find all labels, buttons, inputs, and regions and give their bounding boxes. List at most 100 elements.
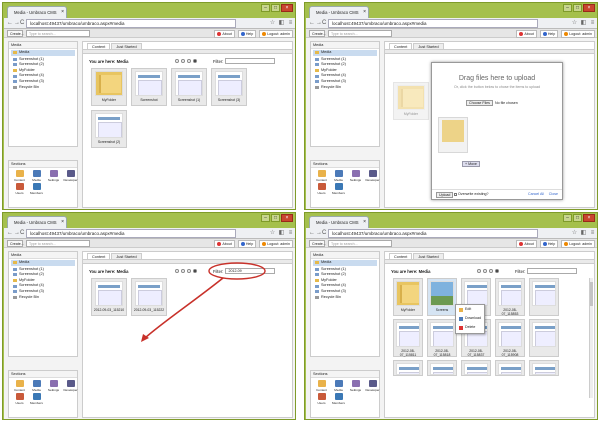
browser-tab[interactable]: Media - Umbraco CMS × bbox=[309, 216, 369, 228]
filter-input[interactable] bbox=[225, 58, 276, 64]
tab-close-icon[interactable]: × bbox=[61, 219, 64, 225]
section-developer[interactable]: Developer bbox=[63, 170, 78, 182]
back-icon[interactable]: ← bbox=[309, 229, 315, 237]
tree-item-recycle-bin[interactable]: Recycle Bin bbox=[9, 85, 77, 91]
media-tile[interactable]: 2012-09-03_115222 bbox=[131, 278, 167, 316]
extension-icon[interactable]: ◧ bbox=[580, 229, 587, 237]
filter-input[interactable]: 2012-09 bbox=[225, 268, 276, 274]
close-window-button[interactable]: × bbox=[281, 214, 293, 222]
overwrite-checkbox[interactable]: Overwrite existing? bbox=[454, 192, 489, 196]
extension-icon[interactable]: ◧ bbox=[278, 19, 285, 27]
reload-icon[interactable]: C bbox=[20, 229, 24, 237]
about-button[interactable]: About bbox=[214, 240, 235, 248]
section-users[interactable]: Users bbox=[12, 393, 27, 405]
tab-close-icon[interactable]: × bbox=[363, 9, 366, 15]
section-media[interactable]: Media bbox=[29, 170, 44, 182]
media-tile[interactable] bbox=[529, 360, 559, 376]
close-window-button[interactable]: × bbox=[583, 4, 595, 12]
back-icon[interactable]: ← bbox=[7, 19, 13, 27]
view-radio[interactable] bbox=[489, 269, 493, 273]
logout-button[interactable]: Logout: admin bbox=[561, 240, 595, 248]
cancel-all-link[interactable]: Cancel All bbox=[528, 192, 544, 196]
create-button[interactable]: Create... bbox=[7, 30, 24, 37]
choose-files-button[interactable]: Choose Files bbox=[466, 100, 493, 106]
section-developer[interactable]: Developer bbox=[63, 380, 78, 392]
maximize-button[interactable]: □ bbox=[271, 4, 280, 12]
star-icon[interactable]: ☆ bbox=[269, 229, 276, 237]
address-bar[interactable]: localhost:49437/umbraco/umbraco.aspx#med… bbox=[26, 229, 236, 238]
browser-tab[interactable]: Media - Umbraco CMS × bbox=[7, 6, 67, 18]
media-tile[interactable]: MyFolder bbox=[91, 68, 127, 106]
media-tile[interactable]: 2012-08-07_115811 bbox=[393, 319, 423, 357]
logout-button[interactable]: Logout: admin bbox=[259, 30, 293, 38]
media-tile[interactable]: Screenshot (1) bbox=[171, 68, 207, 106]
menu-icon[interactable]: ≡ bbox=[287, 229, 294, 237]
search-input[interactable]: Type to search... bbox=[26, 30, 90, 37]
tree-root-media[interactable]: Media bbox=[313, 260, 377, 266]
drop-zone-title[interactable]: Drag files here to upload bbox=[432, 75, 562, 82]
help-button[interactable]: Help bbox=[237, 240, 257, 248]
browser-tab[interactable]: Media - Umbraco CMS × bbox=[7, 216, 67, 228]
media-tile[interactable]: 2012-08-07_115853 bbox=[495, 278, 525, 316]
section-content[interactable]: Content bbox=[314, 380, 329, 392]
extension-icon[interactable]: ◧ bbox=[278, 229, 285, 237]
media-tile[interactable]: 2012-08-07_115818 bbox=[427, 319, 457, 357]
tab-close-icon[interactable]: × bbox=[61, 9, 64, 15]
section-settings[interactable]: Settings bbox=[46, 380, 61, 392]
media-tile[interactable]: Screenshot (2) bbox=[91, 110, 127, 148]
menu-icon[interactable]: ≡ bbox=[287, 19, 294, 27]
tree-item-recycle-bin[interactable]: Recycle Bin bbox=[311, 295, 379, 301]
media-tile[interactable]: Screenshot (3) bbox=[211, 68, 247, 106]
section-users[interactable]: Users bbox=[12, 183, 27, 195]
section-media[interactable]: Media bbox=[331, 380, 346, 392]
address-bar[interactable]: localhost:49437/umbraco/umbraco.aspx#med… bbox=[26, 19, 236, 28]
section-content[interactable]: Content bbox=[314, 170, 329, 182]
context-menu-download[interactable]: Download bbox=[456, 314, 484, 323]
address-bar[interactable]: localhost:49437/umbraco/umbraco.aspx#med… bbox=[328, 229, 538, 238]
section-content[interactable]: Content bbox=[12, 380, 27, 392]
close-window-button[interactable]: × bbox=[281, 4, 293, 12]
upload-button[interactable]: Upload bbox=[436, 192, 454, 198]
media-tile[interactable] bbox=[529, 319, 559, 357]
section-users[interactable]: Users bbox=[314, 183, 329, 195]
section-settings[interactable]: Settings bbox=[348, 380, 363, 392]
search-input[interactable]: Type to search... bbox=[328, 30, 392, 37]
section-users[interactable]: Users bbox=[314, 393, 329, 405]
view-radio[interactable] bbox=[483, 269, 487, 273]
back-icon[interactable]: ← bbox=[7, 229, 13, 237]
minimize-button[interactable]: – bbox=[563, 214, 572, 222]
media-tile[interactable]: MyFolder bbox=[393, 82, 429, 120]
create-button[interactable]: Create... bbox=[7, 240, 24, 247]
media-tile[interactable] bbox=[427, 360, 457, 376]
section-members[interactable]: Members bbox=[29, 393, 44, 405]
maximize-button[interactable]: □ bbox=[573, 214, 582, 222]
dragged-file[interactable] bbox=[438, 117, 468, 153]
section-settings[interactable]: Settings bbox=[46, 170, 61, 182]
create-button[interactable]: Create... bbox=[309, 240, 326, 247]
about-button[interactable]: About bbox=[214, 30, 235, 38]
reload-icon[interactable]: C bbox=[322, 19, 326, 27]
media-tile[interactable] bbox=[495, 360, 525, 376]
view-radio[interactable] bbox=[187, 59, 191, 63]
close-link[interactable]: Close bbox=[549, 192, 558, 196]
section-members[interactable]: Members bbox=[331, 393, 346, 405]
media-tile[interactable] bbox=[529, 278, 559, 316]
context-menu-delete[interactable]: Delete bbox=[456, 323, 484, 332]
tree-item-recycle-bin[interactable]: Recycle Bin bbox=[311, 85, 379, 91]
maximize-button[interactable]: □ bbox=[573, 4, 582, 12]
search-input[interactable]: Type to search... bbox=[26, 240, 90, 247]
view-radio[interactable] bbox=[175, 269, 179, 273]
reload-icon[interactable]: C bbox=[322, 229, 326, 237]
tree-root-media[interactable]: Media bbox=[313, 50, 377, 56]
section-media[interactable]: Media bbox=[29, 380, 44, 392]
create-button[interactable]: Create... bbox=[309, 30, 326, 37]
filter-input[interactable] bbox=[527, 268, 578, 274]
scrollbar[interactable] bbox=[589, 278, 593, 398]
tree-root-media[interactable]: Media bbox=[11, 260, 75, 266]
address-bar[interactable]: localhost:49437/umbraco/umbraco.aspx#med… bbox=[328, 19, 538, 28]
star-icon[interactable]: ☆ bbox=[571, 19, 578, 27]
about-button[interactable]: About bbox=[516, 30, 537, 38]
view-radio[interactable] bbox=[175, 59, 179, 63]
reload-icon[interactable]: C bbox=[20, 19, 24, 27]
view-radio[interactable] bbox=[187, 269, 191, 273]
